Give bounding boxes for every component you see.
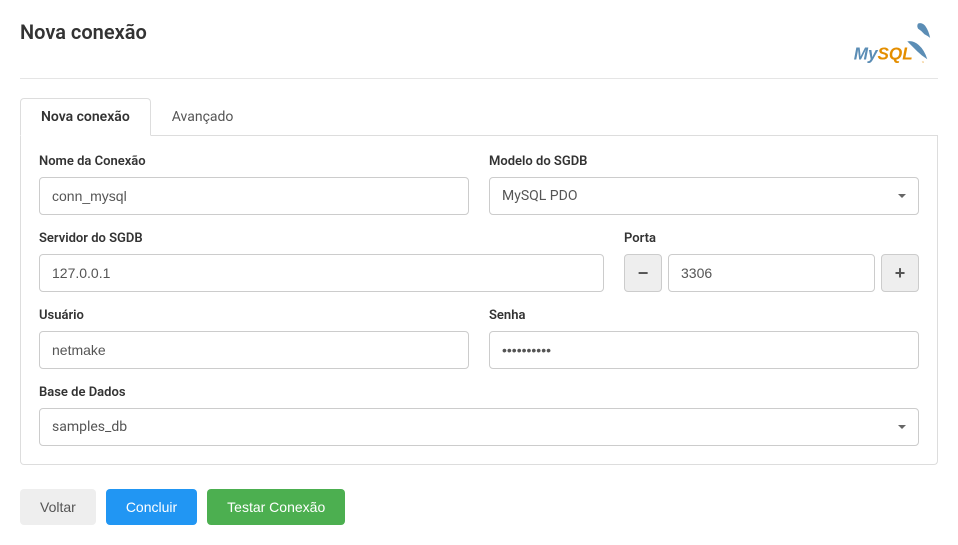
password-input[interactable] <box>489 331 919 369</box>
sgdb-model-value: MySQL PDO <box>502 188 577 204</box>
port-increment-button[interactable]: + <box>881 254 919 292</box>
sgdb-server-label: Servidor do SGDB <box>39 231 604 246</box>
tabs-container: Nova conexão Avançado <box>20 97 938 136</box>
svg-text:™: ™ <box>922 60 925 66</box>
port-label: Porta <box>624 231 919 246</box>
user-input[interactable] <box>39 331 469 369</box>
sgdb-model-select[interactable]: MySQL PDO <box>489 177 919 215</box>
tab-new-connection[interactable]: Nova conexão <box>20 98 151 136</box>
port-input[interactable] <box>668 254 875 292</box>
mysql-logo: MySQL ™ <box>848 20 938 70</box>
test-connection-button[interactable]: Testar Conexão <box>207 489 345 525</box>
connection-name-input[interactable] <box>39 177 469 215</box>
back-button[interactable]: Voltar <box>20 489 96 525</box>
svg-text:MySQL: MySQL <box>854 43 913 63</box>
user-label: Usuário <box>39 308 469 323</box>
database-label: Base de Dados <box>39 385 919 400</box>
finish-button[interactable]: Concluir <box>106 489 197 525</box>
form-panel: Nome da Conexão Modelo do SGDB MySQL PDO… <box>20 136 938 465</box>
password-label: Senha <box>489 308 919 323</box>
connection-name-label: Nome da Conexão <box>39 154 469 169</box>
sgdb-model-label: Modelo do SGDB <box>489 154 919 169</box>
database-value: samples_db <box>52 419 127 435</box>
port-decrement-button[interactable]: − <box>624 254 662 292</box>
button-row: Voltar Concluir Testar Conexão <box>20 489 938 525</box>
sgdb-server-input[interactable] <box>39 254 604 292</box>
tab-advanced[interactable]: Avançado <box>151 98 255 136</box>
database-select[interactable]: samples_db <box>39 408 919 446</box>
page-title: Nova conexão <box>20 20 147 44</box>
chevron-down-icon <box>898 194 906 198</box>
chevron-down-icon <box>898 425 906 429</box>
